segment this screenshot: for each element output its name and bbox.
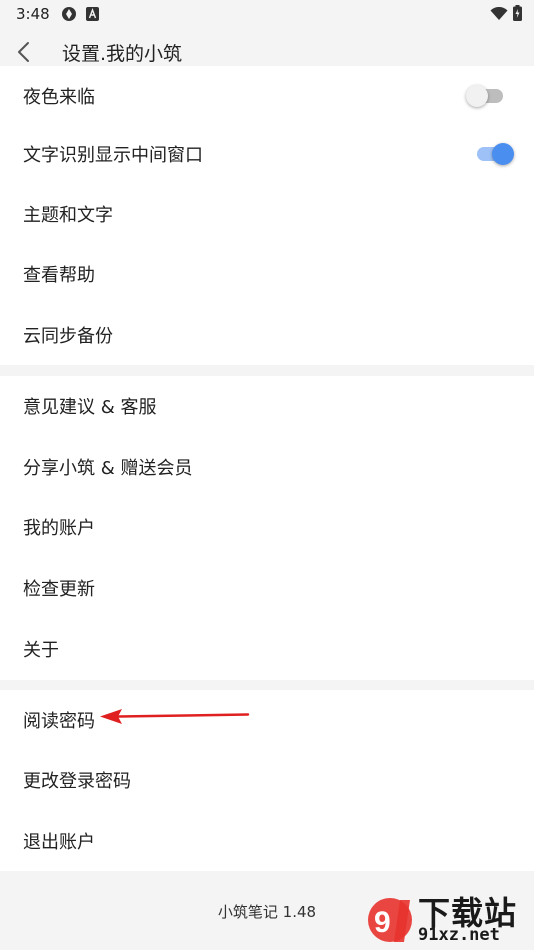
toggle-thumb bbox=[492, 143, 514, 165]
setting-label: 检查更新 bbox=[23, 579, 95, 600]
settings-screen: 3:48 设置.我的小筑 夜色来临 文字识别显示中间窗口 主题和文字 查看帮助 … bbox=[0, 0, 534, 950]
settings-group-security: 阅读密码 更改登录密码 退出账户 bbox=[0, 690, 534, 871]
setting-label: 更改登录密码 bbox=[23, 771, 131, 792]
back-arrow-icon[interactable] bbox=[14, 40, 36, 64]
setting-label: 意见建议 & 客服 bbox=[23, 397, 157, 418]
wifi-icon bbox=[490, 6, 508, 25]
setting-theme-and-text[interactable]: 主题和文字 bbox=[0, 184, 534, 244]
app-notification-icon bbox=[61, 6, 77, 26]
setting-label: 夜色来临 bbox=[23, 87, 95, 108]
a-notification-icon bbox=[86, 6, 99, 25]
setting-night-mode[interactable]: 夜色来临 bbox=[0, 66, 534, 126]
ocr-middle-window-toggle[interactable] bbox=[474, 142, 514, 166]
status-time: 3:48 bbox=[16, 5, 50, 23]
setting-label: 阅读密码 bbox=[23, 711, 95, 732]
night-mode-toggle[interactable] bbox=[466, 84, 506, 108]
page-title: 设置.我的小筑 bbox=[62, 43, 183, 65]
setting-label: 分享小筑 & 赠送会员 bbox=[23, 458, 193, 479]
setting-label: 文字识别显示中间窗口 bbox=[23, 145, 203, 166]
settings-group-display: 夜色来临 文字识别显示中间窗口 主题和文字 查看帮助 云同步备份 bbox=[0, 66, 534, 365]
battery-icon bbox=[513, 5, 522, 25]
setting-my-account[interactable]: 我的账户 bbox=[0, 497, 534, 557]
setting-label: 主题和文字 bbox=[23, 205, 113, 226]
setting-label: 我的账户 bbox=[23, 518, 95, 539]
setting-logout[interactable]: 退出账户 bbox=[0, 811, 534, 871]
setting-feedback[interactable]: 意见建议 & 客服 bbox=[0, 376, 534, 436]
setting-ocr-middle-window[interactable]: 文字识别显示中间窗口 bbox=[0, 124, 534, 184]
setting-label: 关于 bbox=[23, 640, 59, 661]
status-bar: 3:48 bbox=[0, 0, 534, 28]
setting-cloud-backup[interactable]: 云同步备份 bbox=[0, 305, 534, 365]
annotation-arrow-icon bbox=[96, 704, 256, 732]
toggle-thumb bbox=[466, 85, 488, 107]
setting-label: 查看帮助 bbox=[23, 265, 95, 286]
setting-view-help[interactable]: 查看帮助 bbox=[0, 244, 534, 304]
setting-label: 退出账户 bbox=[23, 832, 95, 853]
settings-group-account: 意见建议 & 客服 分享小筑 & 赠送会员 我的账户 检查更新 关于 bbox=[0, 376, 534, 680]
setting-reading-password[interactable]: 阅读密码 bbox=[0, 690, 534, 750]
setting-about[interactable]: 关于 bbox=[0, 619, 534, 679]
svg-text:9: 9 bbox=[374, 906, 391, 939]
setting-share-gift[interactable]: 分享小筑 & 赠送会员 bbox=[0, 437, 534, 497]
setting-change-login-password[interactable]: 更改登录密码 bbox=[0, 750, 534, 810]
setting-check-update[interactable]: 检查更新 bbox=[0, 558, 534, 618]
setting-label: 云同步备份 bbox=[23, 326, 113, 347]
watermark-domain: 91xz.net bbox=[418, 925, 500, 945]
